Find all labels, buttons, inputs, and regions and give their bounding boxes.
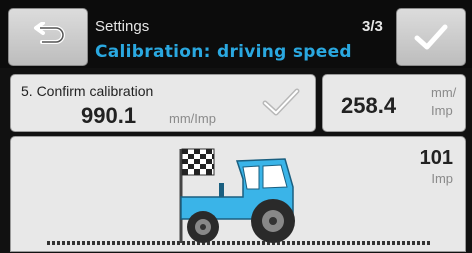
calibration-scene	[47, 148, 431, 245]
calibration-unit: mm/Imp	[169, 111, 216, 126]
checkmark-icon[interactable]	[261, 87, 301, 117]
measured-unit-line1: mm/	[431, 85, 457, 100]
calibration-value: 990.1	[81, 103, 137, 128]
step-indicator: 3/3	[362, 18, 383, 35]
back-arrow-icon	[34, 22, 65, 44]
ok-button[interactable]	[396, 8, 466, 66]
measured-value: 258.4	[341, 93, 397, 118]
confirm-calibration-panel[interactable]: 5. Confirm calibration 990.1 mm/Imp	[10, 74, 316, 132]
page-title: Calibration: driving speed	[95, 42, 352, 62]
confirm-label: 5. Confirm calibration	[21, 83, 154, 99]
measured-value-panel[interactable]: 258.4 mm/ Imp	[322, 74, 466, 132]
checkmark-icon	[414, 24, 448, 50]
impulse-unit: Imp	[431, 171, 453, 186]
measured-unit-line2: Imp	[431, 103, 453, 118]
impulse-count: 101	[419, 147, 453, 169]
section-label: Settings	[95, 18, 150, 35]
calibration-scene-panel: 101 Imp	[10, 136, 466, 252]
back-button[interactable]	[8, 8, 88, 66]
header-bar: Settings 3/3 Calibration: driving speed	[0, 0, 472, 68]
